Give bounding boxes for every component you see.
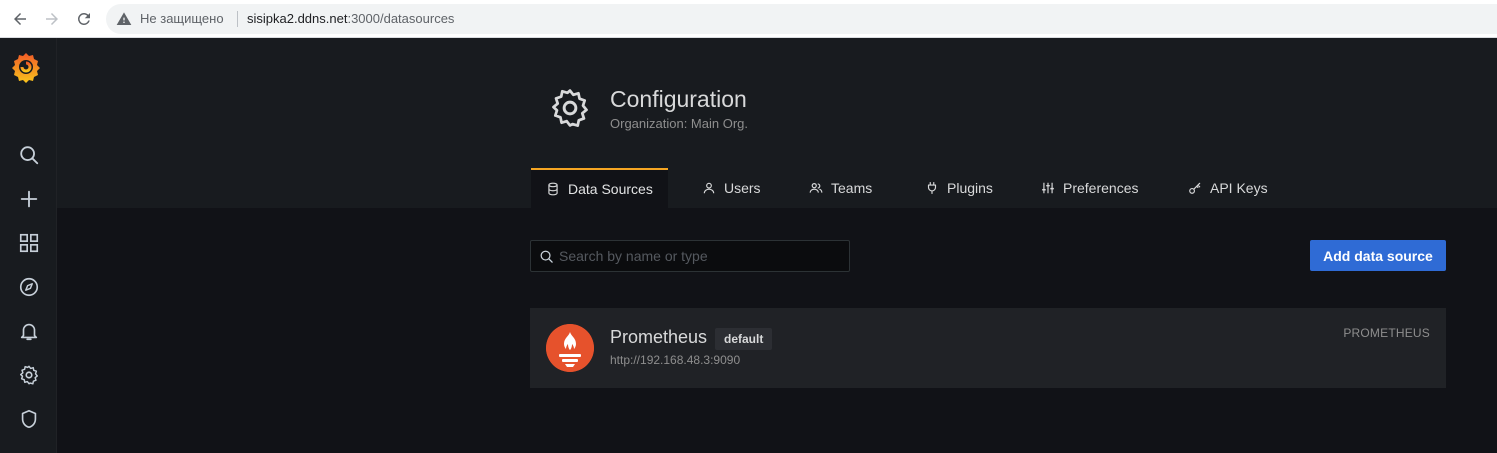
tab-preferences[interactable]: Preferences — [1041, 168, 1138, 208]
address-bar[interactable]: Не защищено sisipka2.ddns.net:3000/datas… — [106, 4, 1497, 34]
tab-label: Preferences — [1063, 180, 1139, 196]
sidebar-item-dashboards[interactable] — [0, 221, 57, 265]
tab-users[interactable]: Users — [702, 168, 761, 208]
tab-data-sources[interactable]: Data Sources — [531, 168, 668, 208]
default-badge: default — [715, 328, 773, 350]
tab-label: Users — [724, 180, 761, 196]
plus-icon — [20, 190, 37, 208]
datasource-name: Prometheus — [610, 327, 708, 347]
sidebar-item-alerting[interactable] — [0, 309, 57, 353]
datasource-url: http://192.168.48.3:9090 — [610, 353, 741, 367]
omnibox-divider — [237, 11, 238, 27]
tab-label: Data Sources — [568, 181, 653, 197]
reload-icon — [77, 12, 90, 25]
search-field[interactable] — [530, 240, 850, 272]
gear-icon — [552, 89, 588, 127]
tab-api-keys[interactable]: API Keys — [1188, 168, 1268, 208]
datasource-card[interactable]: Prometheus default http://192.168.48.3:9… — [530, 308, 1446, 388]
user-icon — [703, 182, 715, 194]
datasource-type: PROMETHEUS — [1343, 326, 1430, 340]
sidebar-item-configuration[interactable] — [0, 353, 57, 397]
not-secure-label[interactable]: Не защищено — [140, 11, 224, 27]
back-button[interactable] — [9, 8, 31, 30]
page-header — [57, 38, 1497, 208]
database-icon — [548, 182, 558, 196]
bell-icon — [20, 323, 37, 341]
sliders-icon — [1042, 182, 1054, 194]
tab-label: Teams — [831, 180, 873, 196]
prometheus-logo-icon — [546, 324, 594, 372]
arrow-left-icon — [14, 13, 26, 25]
search-icon — [19, 146, 38, 165]
add-data-source-button[interactable]: Add data source — [1310, 240, 1446, 271]
search-input[interactable] — [559, 241, 844, 271]
key-icon — [1189, 182, 1201, 194]
sidebar — [0, 38, 57, 453]
tab-plugins[interactable]: Plugins — [925, 168, 993, 208]
page-subtitle: Organization: Main Org. — [610, 116, 749, 131]
plug-icon — [927, 182, 937, 194]
shield-icon — [21, 409, 36, 429]
browser-toolbar: Не защищено sisipka2.ddns.net:3000/datas… — [0, 0, 1497, 38]
url-path: :3000/datasources — [347, 11, 455, 26]
forward-button[interactable] — [41, 8, 63, 30]
gear-icon — [19, 365, 38, 385]
search-icon — [540, 250, 553, 263]
page-title: Configuration — [610, 86, 747, 112]
grafana-logo-icon[interactable] — [9, 50, 43, 84]
tab-label: API Keys — [1210, 180, 1268, 196]
url-host: sisipka2.ddns.net — [247, 11, 348, 26]
arrow-right-icon — [46, 13, 58, 25]
sidebar-item-search[interactable] — [0, 133, 57, 177]
sidebar-item-create[interactable] — [0, 177, 57, 221]
users-icon — [809, 183, 823, 193]
sidebar-item-server-admin[interactable] — [0, 397, 57, 441]
reload-button[interactable] — [73, 8, 95, 30]
url-text[interactable]: sisipka2.ddns.net:3000/datasources — [247, 11, 454, 27]
tab-label: Plugins — [947, 180, 993, 196]
dashboards-icon — [19, 233, 38, 253]
warning-icon[interactable] — [116, 11, 132, 27]
sidebar-item-explore[interactable] — [0, 265, 57, 309]
tab-teams[interactable]: Teams — [809, 168, 872, 208]
explore-icon — [19, 277, 38, 297]
